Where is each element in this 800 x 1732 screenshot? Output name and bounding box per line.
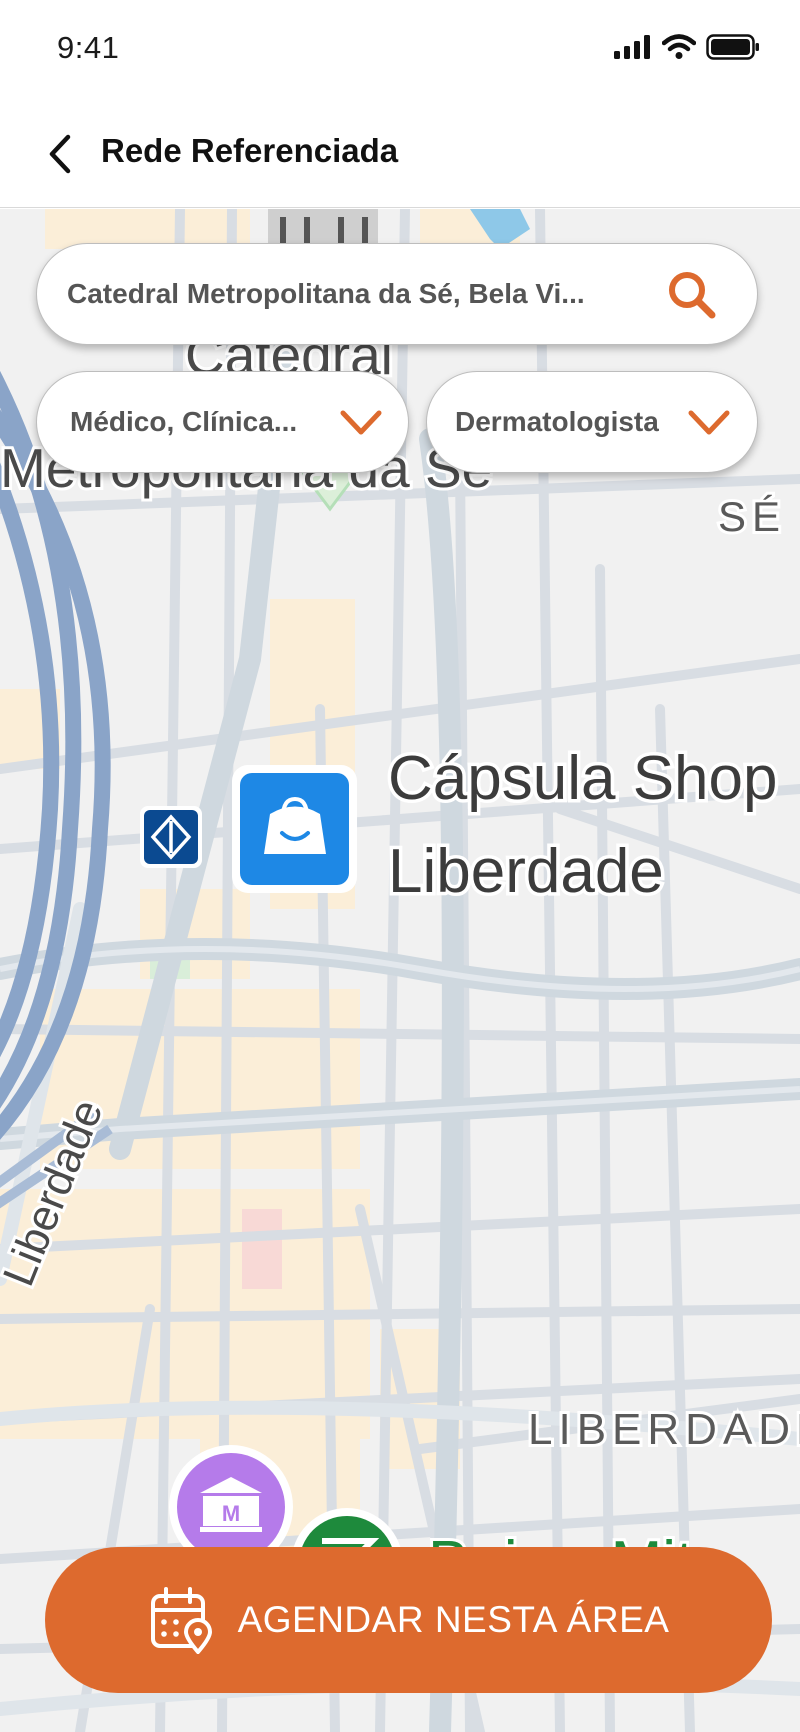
signal-icon — [614, 35, 650, 59]
svg-text:M: M — [222, 1501, 240, 1526]
chevron-down-icon — [688, 410, 730, 435]
status-time: 9:41 — [57, 30, 120, 65]
shopping-bag-icon[interactable] — [232, 765, 357, 893]
status-bar: 9:41 — [0, 0, 800, 100]
search-input[interactable]: Catedral Metropolitana da Sé, Bela Vi... — [67, 278, 667, 310]
search-icon[interactable] — [665, 268, 719, 322]
wifi-icon — [662, 34, 696, 59]
battery-icon — [706, 34, 759, 60]
address-search-bar[interactable]: Catedral Metropolitana da Sé, Bela Vi... — [36, 243, 758, 345]
chevron-down-icon — [340, 410, 382, 435]
map-label-district-liberdade: LIBERDADE — [528, 1405, 800, 1454]
app-header: Rede Referenciada — [0, 100, 800, 208]
filter-dropdown-category[interactable]: Médico, Clínica... — [36, 371, 409, 473]
schedule-button-label: AGENDAR NESTA ÁREA — [237, 1599, 670, 1640]
page-title: Rede Referenciada — [101, 132, 399, 169]
map-label-liberdade-poi: Liberdade — [388, 837, 664, 906]
chevron-left-icon — [49, 134, 71, 174]
filter-specialty-label: Dermatologista — [455, 406, 659, 437]
calendar-location-icon — [150, 1587, 212, 1654]
back-button[interactable] — [40, 128, 80, 180]
status-icons — [614, 34, 760, 60]
metro-station-icon[interactable] — [140, 806, 202, 868]
filter-dropdown-specialty[interactable]: Dermatologista — [426, 371, 758, 473]
schedule-in-area-button[interactable]: AGENDAR NESTA ÁREA — [45, 1547, 772, 1693]
map-label-district-se: SÉ — [718, 493, 786, 540]
map-label-capsula: Cápsula Shop — [388, 744, 778, 813]
filter-category-label: Médico, Clínica... — [70, 406, 298, 437]
